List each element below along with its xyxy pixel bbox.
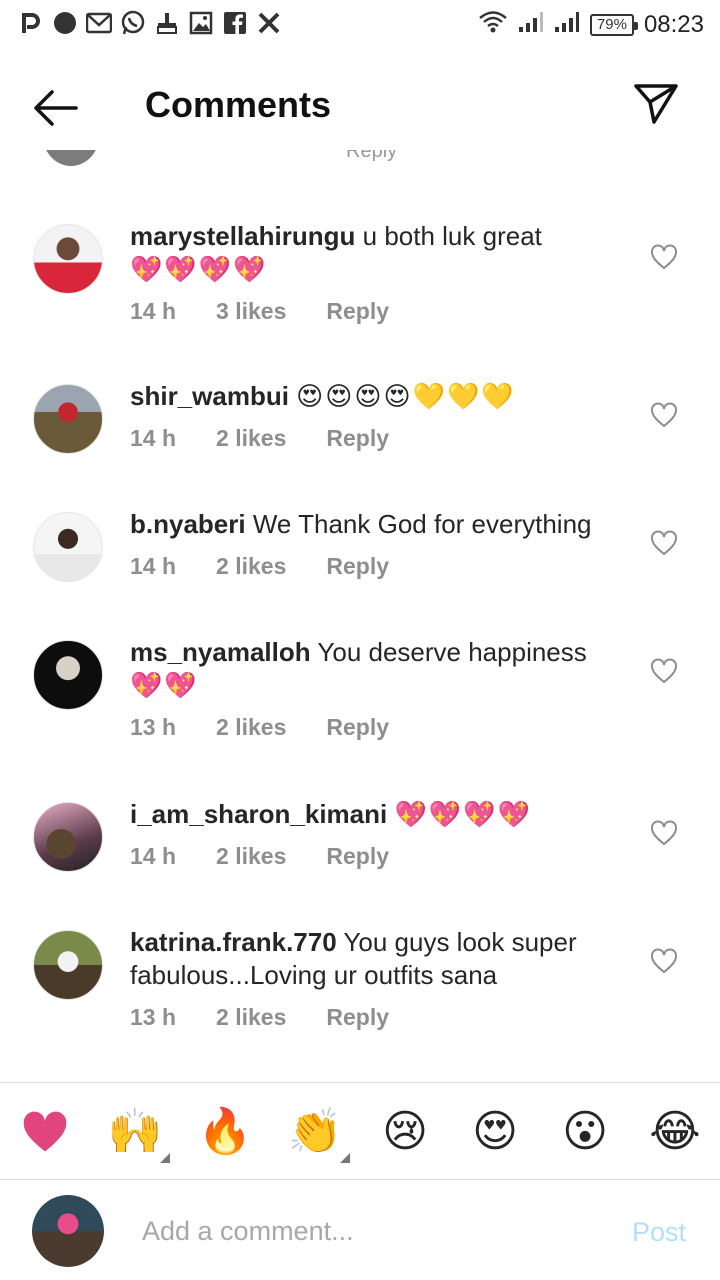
- comment-text: b.nyaberi We Thank God for everything: [130, 508, 630, 541]
- comment-meta: 13 h 2 likes Reply: [130, 714, 389, 741]
- emoji-heart-button[interactable]: [16, 1103, 74, 1161]
- header: Comments: [0, 60, 720, 150]
- send-icon: [634, 84, 678, 124]
- comment-username[interactable]: shir_wambui: [130, 381, 289, 411]
- heart-outline-icon[interactable]: [650, 948, 678, 974]
- heart-outline-icon[interactable]: [650, 402, 678, 428]
- gmail-icon: [86, 10, 112, 36]
- whatsapp-icon: [120, 10, 146, 36]
- dot-icon: [52, 10, 78, 36]
- comment-emoji: 💖💖💖💖: [130, 254, 268, 284]
- comment-meta: 14 h 2 likes Reply: [130, 843, 389, 870]
- comment-time: 13 h: [130, 1004, 177, 1030]
- comment-meta: 14 h 2 likes Reply: [130, 553, 389, 580]
- avatar[interactable]: [33, 224, 103, 294]
- signal-icon: [554, 11, 580, 38]
- back-button[interactable]: [30, 86, 80, 130]
- comment-text: katrina.frank.770 You guys look super fa…: [130, 926, 630, 992]
- comment-time: 14 h: [130, 425, 177, 451]
- comment-input[interactable]: [142, 1211, 592, 1251]
- emoji-quick-bar: 🙌 🔥 👏 😢 😍 😮 😂: [0, 1082, 720, 1180]
- reply-button[interactable]: Reply: [326, 714, 389, 741]
- reply-button[interactable]: Reply: [326, 843, 389, 870]
- comment-meta: 14 h 3 likes Reply: [130, 298, 389, 325]
- heart-outline-icon[interactable]: [650, 244, 678, 270]
- comment-likes[interactable]: 2 likes: [216, 553, 286, 580]
- heart-icon: [23, 1111, 67, 1152]
- avatar[interactable]: [33, 640, 103, 710]
- comment-username[interactable]: i_am_sharon_kimani: [130, 799, 387, 829]
- share-button[interactable]: [632, 82, 680, 126]
- gallery-icon: [188, 10, 214, 36]
- clock: 08:23: [643, 10, 704, 38]
- reply-button[interactable]: Reply: [326, 425, 389, 452]
- heart-outline-icon[interactable]: [650, 530, 678, 556]
- comment-composer: Post: [0, 1181, 720, 1280]
- system-icons: 79% 08:23: [478, 10, 704, 39]
- comment-likes[interactable]: 2 likes: [216, 843, 286, 870]
- comment-time: 13 h: [130, 714, 177, 740]
- comment-emoji: 💖💖: [130, 670, 199, 700]
- reply-button[interactable]: Reply: [326, 553, 389, 580]
- comment-likes[interactable]: 2 likes: [216, 425, 286, 452]
- corner-indicator: [160, 1153, 170, 1163]
- heart-outline-icon[interactable]: [650, 658, 678, 684]
- corner-indicator: [340, 1153, 350, 1163]
- heart-outline-icon[interactable]: [650, 820, 678, 846]
- comment-body: We Thank God for everything: [252, 509, 592, 539]
- comment-username[interactable]: katrina.frank.770: [130, 927, 337, 957]
- comment-username[interactable]: b.nyaberi: [130, 509, 246, 539]
- comment-text: marystellahirungu u both luk great 💖💖💖💖: [130, 220, 630, 286]
- avatar[interactable]: [33, 512, 103, 582]
- wifi-icon: [478, 10, 508, 39]
- post-button[interactable]: Post: [632, 1217, 686, 1248]
- facebook-icon: [222, 10, 248, 36]
- emoji-clap-button[interactable]: 👏: [286, 1103, 350, 1163]
- emoji-surprised-button[interactable]: 😮: [556, 1103, 614, 1161]
- comment-likes[interactable]: 2 likes: [216, 714, 286, 741]
- status-bar: 79% 08:23: [0, 0, 720, 50]
- x-icon: [256, 10, 282, 36]
- comment-text: ms_nyamalloh You deserve happiness 💖💖: [130, 636, 630, 702]
- page-title: Comments: [145, 84, 332, 125]
- emoji-fire-button[interactable]: 🔥: [196, 1103, 254, 1161]
- battery-indicator: 79%: [589, 13, 638, 36]
- emoji-crying-button[interactable]: 😢: [376, 1103, 434, 1161]
- avatar: [32, 1195, 104, 1267]
- comment-body: You deserve happiness: [317, 637, 587, 667]
- pinterest-icon: [18, 10, 44, 36]
- arrow-left-icon: [34, 90, 78, 126]
- comment-likes[interactable]: 2 likes: [216, 1004, 286, 1031]
- comment-username[interactable]: ms_nyamalloh: [130, 637, 311, 667]
- comment-likes[interactable]: 3 likes: [216, 298, 286, 325]
- comment-username[interactable]: marystellahirungu: [130, 221, 355, 251]
- reply-button[interactable]: Reply: [326, 1004, 389, 1031]
- notification-icons: [18, 10, 282, 36]
- comment-emoji: 😍😍😍😍💛💛💛: [296, 381, 516, 411]
- avatar[interactable]: [33, 930, 103, 1000]
- reply-button[interactable]: Reply: [346, 150, 397, 163]
- signal-icon: [518, 11, 544, 38]
- emoji-heart-eyes-button[interactable]: 😍: [466, 1103, 524, 1161]
- comment-meta: 13 h 2 likes Reply: [130, 1004, 389, 1031]
- comment-meta: 14 h 2 likes Reply: [130, 425, 389, 452]
- previous-comment-partial: Reply: [0, 150, 720, 170]
- comment-emoji: 💖💖💖💖: [394, 799, 532, 829]
- avatar[interactable]: [33, 802, 103, 872]
- comment-time: 14 h: [130, 553, 177, 579]
- comment-text: shir_wambui 😍😍😍😍💛💛💛: [130, 380, 630, 413]
- emoji-laughing-button[interactable]: 😂: [646, 1103, 704, 1161]
- comment-time: 14 h: [130, 843, 177, 869]
- comment-body: u both luk great: [362, 221, 542, 251]
- comment-text: i_am_sharon_kimani 💖💖💖💖: [130, 798, 630, 831]
- cleaner-icon: [154, 10, 180, 36]
- emoji-raised-hands-button[interactable]: 🙌: [106, 1103, 170, 1163]
- avatar: [42, 150, 100, 166]
- comment-time: 14 h: [130, 298, 177, 324]
- avatar[interactable]: [33, 384, 103, 454]
- reply-button[interactable]: Reply: [326, 298, 389, 325]
